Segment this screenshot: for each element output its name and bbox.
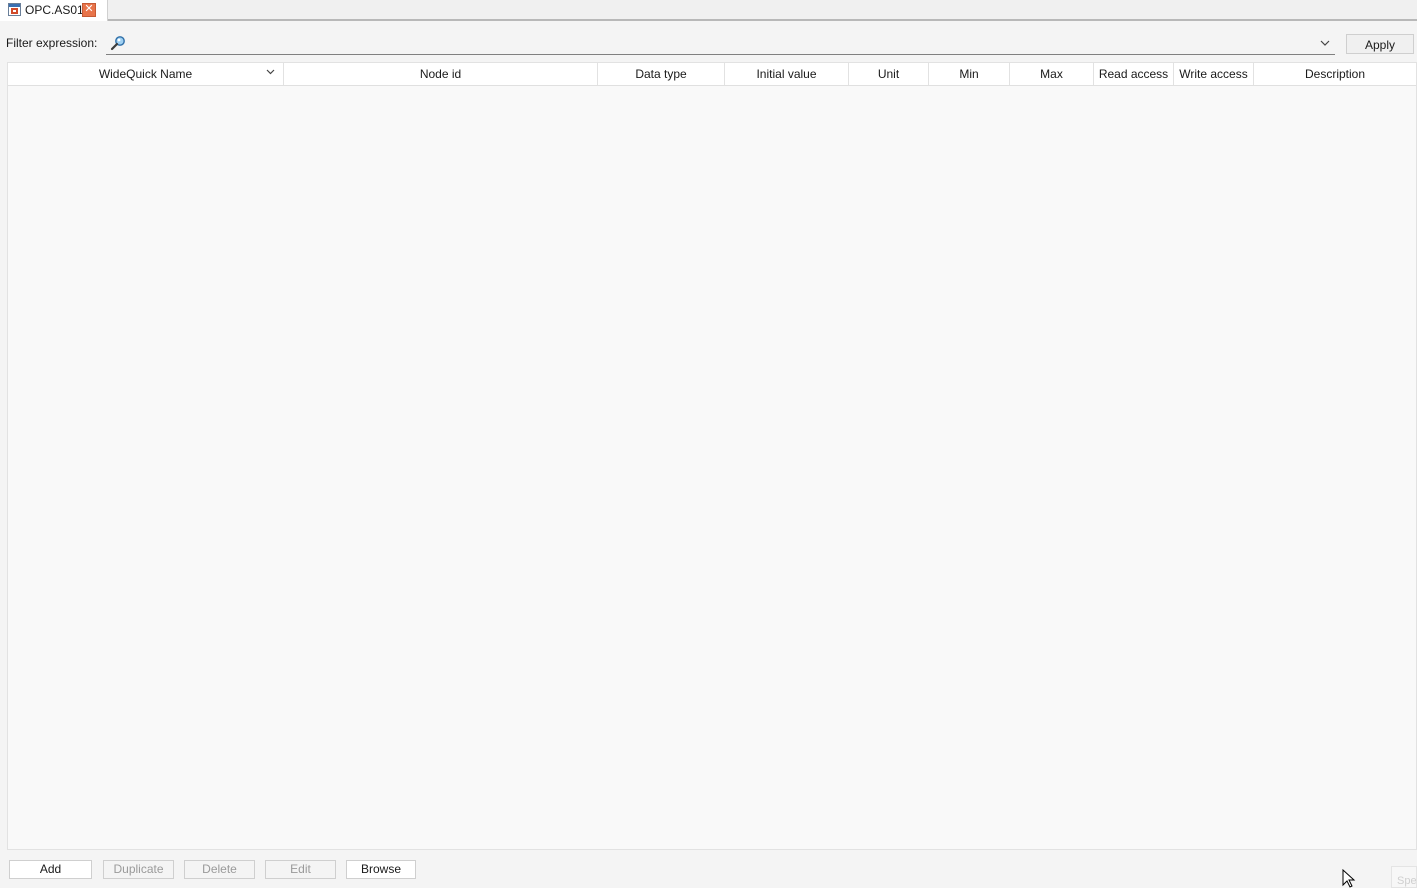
grid-header: WideQuick Name Node id Data type Initial… — [8, 63, 1416, 86]
close-icon[interactable]: ✕ — [82, 3, 96, 17]
column-header-min[interactable]: Min — [929, 63, 1010, 85]
column-header-read-access[interactable]: Read access — [1094, 63, 1174, 85]
document-tab-strip: OPC.AS01 ✕ — [0, 0, 1417, 21]
column-header-unit[interactable]: Unit — [849, 63, 929, 85]
column-header-data-type[interactable]: Data type — [598, 63, 725, 85]
chevron-down-icon[interactable] — [266, 69, 275, 75]
chevron-down-icon[interactable] — [1318, 36, 1332, 50]
apply-button[interactable]: Apply — [1346, 34, 1414, 54]
delete-button[interactable]: Delete — [184, 860, 255, 879]
filter-expression-field[interactable] — [106, 33, 1335, 55]
filter-expression-input[interactable] — [130, 34, 1310, 52]
column-header-write-access[interactable]: Write access — [1174, 63, 1254, 85]
column-header-node-id[interactable]: Node id — [284, 63, 598, 85]
browse-button[interactable]: Browse — [346, 860, 416, 879]
mouse-pointer-icon — [1342, 869, 1356, 888]
add-button[interactable]: Add — [9, 860, 92, 879]
column-header-initial-value[interactable]: Initial value — [725, 63, 849, 85]
filter-expression-label: Filter expression: — [6, 36, 98, 50]
column-header-max[interactable]: Max — [1010, 63, 1094, 85]
duplicate-button[interactable]: Duplicate — [103, 860, 174, 879]
partial-corner-button[interactable]: Spe — [1391, 866, 1417, 888]
opc-tags-grid: WideQuick Name Node id Data type Initial… — [7, 62, 1417, 850]
search-icon — [110, 36, 125, 51]
grid-body[interactable] — [8, 86, 1416, 849]
document-tab-label: OPC.AS01 — [25, 3, 84, 17]
column-header-widequick-name[interactable]: WideQuick Name — [8, 63, 284, 85]
opc-document-icon — [8, 3, 21, 16]
edit-button[interactable]: Edit — [265, 860, 336, 879]
column-header-description[interactable]: Description — [1254, 63, 1416, 85]
column-header-label: WideQuick Name — [98, 67, 193, 81]
document-tab[interactable]: OPC.AS01 ✕ — [0, 0, 108, 21]
